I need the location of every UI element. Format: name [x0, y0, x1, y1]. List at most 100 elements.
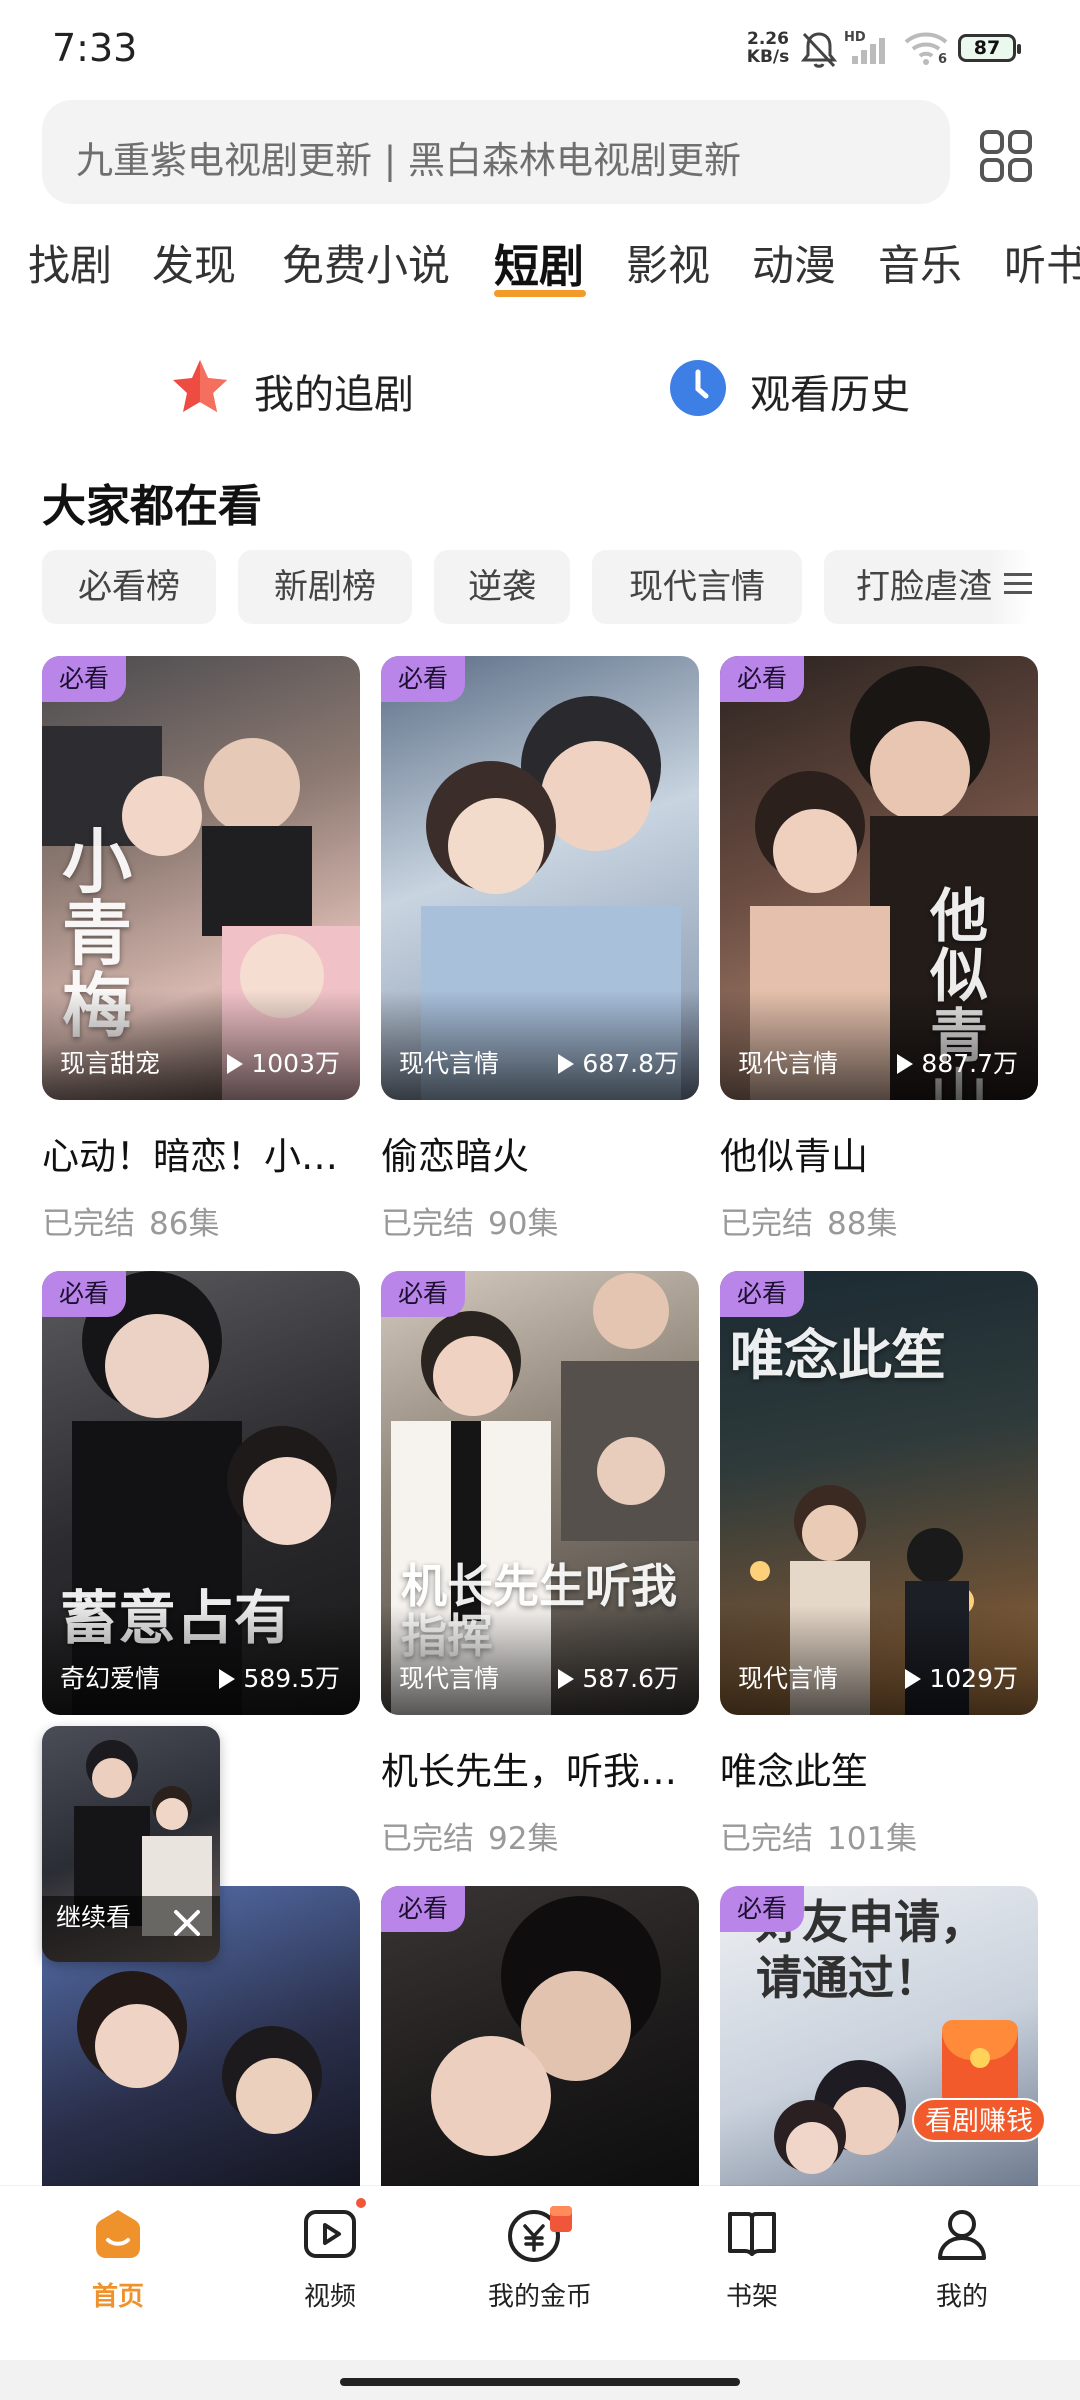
drama-meta: 已完结 101集 [720, 1813, 1038, 1858]
earn-money-label: 看剧赚钱 [912, 2098, 1046, 2142]
drama-meta: 已完结 86集 [42, 1198, 360, 1243]
chip-must-watch[interactable]: 必看榜 [42, 550, 216, 624]
must-watch-badge: 必看 [720, 1271, 804, 1317]
tab-film[interactable]: 影视 [626, 232, 710, 293]
nav-profile[interactable]: 我的 [892, 2202, 1032, 2313]
play-icon [227, 1054, 244, 1074]
history-label: 观看历史 [750, 372, 910, 418]
play-icon [905, 1669, 922, 1689]
profile-icon [938, 2210, 986, 2260]
tab-short-drama[interactable]: 短剧 [494, 230, 584, 295]
nav-video-label: 视频 [303, 2282, 356, 2312]
home-indicator[interactable] [340, 2378, 740, 2386]
tab-find[interactable]: 找剧 [28, 232, 112, 293]
play-count-value: 589.5万 [243, 1664, 340, 1693]
nav-coins-label: 我的金币 [487, 2282, 592, 2312]
star-icon [173, 360, 227, 412]
drama-card[interactable]: 他似青山 必看 现代言情 887.7万 他似青山 已完结 88集 [720, 656, 1038, 1243]
tab-anime[interactable]: 动漫 [752, 232, 836, 293]
nav-home[interactable]: 首页 [48, 2202, 188, 2313]
drama-status: 已完结 [42, 1206, 135, 1242]
drama-poster: 机长先生听我指挥 必看 现代言情 587.6万 [381, 1271, 699, 1715]
chip-new-drama[interactable]: 新剧榜 [238, 550, 412, 624]
drama-episodes: 92集 [488, 1821, 559, 1857]
genre-label: 现言甜宠 [60, 1049, 161, 1078]
genre-label: 奇幻爱情 [60, 1664, 161, 1693]
genre-label: 现代言情 [738, 1049, 839, 1078]
close-icon[interactable] [170, 1906, 204, 1940]
category-grid-icon[interactable] [978, 128, 1034, 184]
more-menu-icon[interactable] [1002, 568, 1034, 600]
genre-label: 现代言情 [399, 1664, 500, 1693]
drama-card[interactable]: 小青梅 必看 现言甜宠 1003万 心动！暗恋！小… 已完结 86集 [42, 656, 360, 1243]
nav-bookshelf[interactable]: 书架 [682, 2202, 822, 2313]
tab-music[interactable]: 音乐 [878, 232, 962, 293]
drama-title: 机长先生，听我… [381, 1750, 677, 1793]
nav-bookshelf-label: 书架 [725, 2282, 778, 2312]
network-speed-unit: KB/s [746, 47, 790, 67]
genre-label: 现代言情 [738, 1664, 839, 1693]
my-follow-link[interactable]: 我的追剧 [168, 352, 448, 432]
drama-poster: 必看 [381, 1886, 699, 2186]
drama-card[interactable]: 蓄意占有 必看 奇幻爱情 589.5万 [42, 1271, 360, 1715]
nav-video[interactable]: 视频 [260, 2202, 400, 2313]
drama-card[interactable]: 唯念此笙 必看 现代言情 1029万 唯念此笙 已完结 101集 [720, 1271, 1038, 1858]
drama-meta: 已完结 90集 [381, 1198, 699, 1243]
status-bar: 7:33 2.26 KB/s HD 6 87 [0, 0, 1080, 96]
play-icon [897, 1054, 914, 1074]
drama-title: 唯念此笙 [720, 1750, 868, 1793]
status-time: 7:33 [52, 26, 138, 70]
tab-audiobook[interactable]: 听书 [1004, 232, 1080, 293]
drama-poster: 蓄意占有 必看 奇幻爱情 589.5万 [42, 1271, 360, 1715]
drama-episodes: 90集 [488, 1206, 559, 1242]
must-watch-badge: 必看 [42, 1271, 126, 1317]
drama-status: 已完结 [381, 1821, 474, 1857]
drama-meta: 已完结 88集 [720, 1198, 1038, 1243]
drama-card[interactable]: 必看 现代言情 687.8万 偷恋暗火 已完结 90集 [381, 656, 699, 1243]
drama-meta: 已完结 92集 [381, 1813, 699, 1858]
drama-card[interactable]: 必看 [381, 1886, 699, 2186]
network-speed: 2.26 KB/s [742, 30, 794, 66]
drama-title: 偷恋暗火 [381, 1135, 529, 1178]
battery-indicator: 87 [958, 34, 1021, 62]
play-count-value: 887.7万 [921, 1049, 1018, 1078]
play-count: 687.8万 [558, 1044, 679, 1080]
must-watch-badge: 必看 [720, 1886, 804, 1932]
app-screen: 7:33 2.26 KB/s HD 6 87 九重紫电视剧更新 | 黑白森林电视… [0, 0, 1080, 2400]
play-count: 587.6万 [558, 1659, 679, 1695]
drama-title: 他似青山 [720, 1135, 868, 1178]
play-count: 887.7万 [897, 1044, 1018, 1080]
notification-dot [356, 2198, 366, 2208]
drama-card[interactable]: 机长先生听我指挥 必看 现代言情 587.6万 机长先生，听我… 已完结 92集 [381, 1271, 699, 1858]
network-speed-value: 2.26 [747, 29, 789, 49]
tab-discover[interactable]: 发现 [152, 232, 236, 293]
poster-title: 唯念此笙 [730, 1324, 946, 1387]
play-count: 589.5万 [219, 1659, 340, 1695]
search-bar[interactable]: 九重紫电视剧更新 | 黑白森林电视剧更新 [42, 100, 950, 204]
play-icon [558, 1669, 575, 1689]
drama-episodes: 86集 [149, 1206, 220, 1242]
genre-label: 现代言情 [399, 1049, 500, 1078]
history-link[interactable]: 观看历史 [668, 352, 948, 432]
chip-modern-romance[interactable]: 现代言情 [592, 550, 802, 624]
drama-poster: 小青梅 必看 现言甜宠 1003万 [42, 656, 360, 1100]
play-count: 1003万 [227, 1044, 340, 1080]
tab-free-novel[interactable]: 免费小说 [282, 232, 450, 293]
continue-watching-widget[interactable]: 继续看 [42, 1726, 220, 1962]
nav-home-label: 首页 [91, 2282, 144, 2312]
drama-poster: 必看 现代言情 687.8万 [381, 656, 699, 1100]
drama-status: 已完结 [720, 1206, 813, 1242]
earn-money-button[interactable]: 看剧赚钱 [912, 2020, 1046, 2150]
drama-poster: 他似青山 必看 现代言情 887.7万 [720, 656, 1038, 1100]
mute-bell-icon [800, 32, 838, 68]
nav-coins[interactable]: 我的金币 [470, 2202, 610, 2313]
play-count-value: 587.6万 [582, 1664, 679, 1693]
must-watch-badge: 必看 [720, 656, 804, 702]
coin-icon [508, 2206, 572, 2262]
drama-poster: 唯念此笙 必看 现代言情 1029万 [720, 1271, 1038, 1715]
play-count-value: 1003万 [251, 1049, 340, 1078]
chip-comeback[interactable]: 逆袭 [434, 550, 570, 624]
play-icon [558, 1054, 575, 1074]
drama-episodes: 101集 [827, 1821, 918, 1857]
home-icon [96, 2210, 140, 2258]
